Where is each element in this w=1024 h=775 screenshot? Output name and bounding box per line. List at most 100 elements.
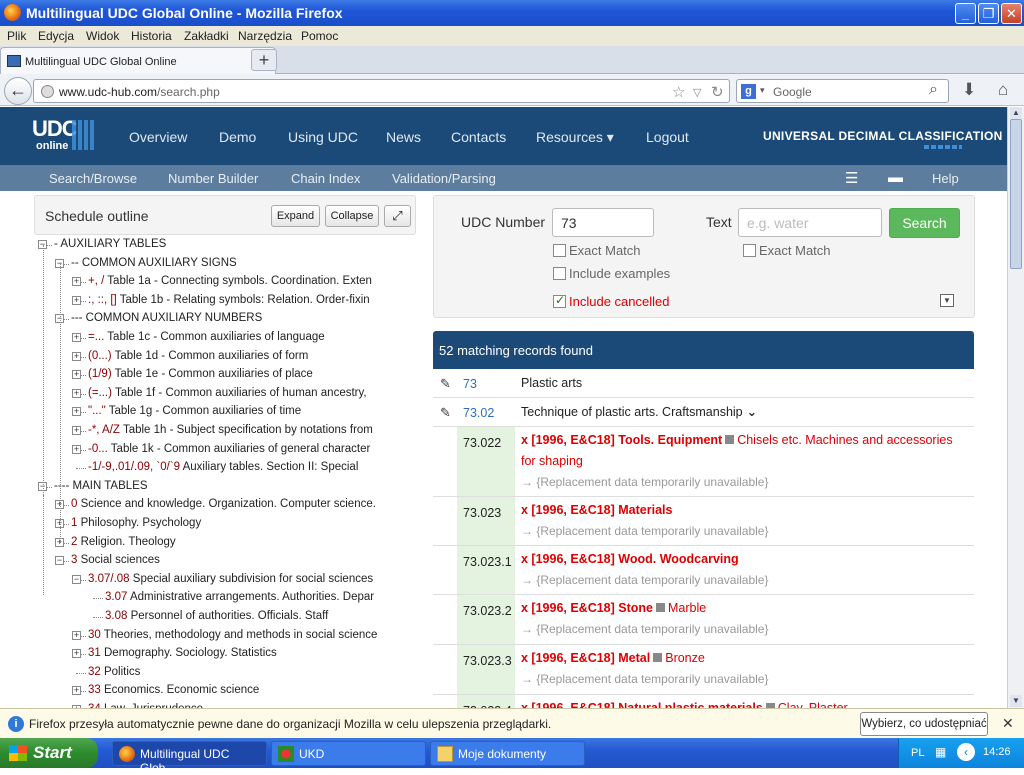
scroll-up-icon[interactable]: ▲: [1010, 107, 1022, 119]
nav-contacts[interactable]: Contacts: [451, 129, 506, 145]
subnav-validation[interactable]: Validation/Parsing: [392, 171, 496, 186]
menu-help[interactable]: Pomoc: [301, 29, 338, 43]
task-my-documents[interactable]: Moje dokumenty: [430, 741, 585, 766]
expand-node-icon[interactable]: +: [72, 351, 81, 361]
tree-node-label[interactable]: +, / Table 1a - Connecting symbols. Coor…: [88, 275, 372, 287]
fullscreen-button[interactable]: ⤢: [384, 205, 411, 227]
url-text[interactable]: www.udc-hub.com/search.php: [59, 85, 220, 99]
search-button[interactable]: Search: [889, 208, 960, 238]
tree-node-label[interactable]: (0...) Table 1d - Common auxiliaries of …: [88, 350, 308, 362]
include-cancelled-checkbox[interactable]: [553, 293, 566, 308]
nav-logout[interactable]: Logout: [646, 129, 689, 145]
menu-view[interactable]: Widok: [86, 29, 119, 43]
nav-resources[interactable]: Resources ▾: [536, 129, 614, 146]
expand-node-icon[interactable]: +: [72, 277, 81, 287]
tree-node-label[interactable]: -0... Table 1k - Common auxiliaries of g…: [88, 443, 370, 455]
back-button[interactable]: ←: [4, 77, 32, 105]
language-indicator[interactable]: PL: [911, 747, 924, 759]
subnav-help[interactable]: Help: [932, 171, 959, 186]
nav-demo[interactable]: Demo: [219, 129, 256, 145]
expand-chevron-icon[interactable]: ⌄: [747, 405, 757, 419]
result-udc-number[interactable]: 73: [463, 377, 477, 391]
collapse-button[interactable]: Collapse: [325, 205, 379, 227]
tree-node-label[interactable]: ---- MAIN TABLES: [54, 480, 148, 492]
expand-node-icon[interactable]: +: [72, 686, 81, 696]
tray-expand-icon[interactable]: ‹: [957, 743, 975, 761]
expand-node-icon[interactable]: +: [72, 444, 81, 454]
minimize-button[interactable]: _: [955, 3, 976, 24]
tree-node-label[interactable]: 32 Politics: [88, 666, 140, 678]
udc-number-input[interactable]: 73: [552, 208, 654, 237]
expand-node-icon[interactable]: +: [72, 426, 81, 435]
browser-search-box[interactable]: g ▾ Google ⌕: [736, 79, 949, 103]
tree-node-label[interactable]: 2 Religion. Theology: [71, 536, 176, 548]
expand-node-icon[interactable]: +: [72, 407, 81, 417]
collapse-node-icon[interactable]: −: [55, 556, 64, 566]
expand-node-icon[interactable]: +: [72, 630, 81, 640]
collapse-node-icon[interactable]: −: [72, 574, 81, 584]
expand-button[interactable]: Expand: [271, 205, 320, 227]
start-button[interactable]: Start: [0, 738, 98, 768]
tree-node-label[interactable]: 0 Science and knowledge. Organization. C…: [71, 498, 376, 510]
tree-node-label[interactable]: 3.07 Administrative arrangements. Author…: [105, 591, 374, 603]
choose-sharing-button[interactable]: Wybierz, co udostępniać: [860, 712, 988, 736]
maximize-button[interactable]: ❐: [978, 3, 999, 24]
tree-node-label[interactable]: 1 Philosophy. Psychology: [71, 517, 201, 529]
menu-file[interactable]: Plik: [7, 29, 26, 43]
engine-dropdown-icon[interactable]: ▾: [760, 85, 765, 96]
text-exact-match-checkbox[interactable]: [743, 244, 756, 257]
menu-bookmarks[interactable]: Zakładki: [184, 29, 229, 43]
new-tab-button[interactable]: +: [251, 49, 277, 71]
subnav-search-browse[interactable]: Search/Browse: [49, 171, 137, 186]
scroll-down-icon[interactable]: ▼: [1010, 695, 1022, 707]
tree-node-label[interactable]: 31 Demography. Sociology. Statistics: [88, 647, 277, 659]
vertical-scrollbar[interactable]: ▲ ▼: [1007, 107, 1024, 708]
exact-match-checkbox[interactable]: [553, 244, 566, 257]
network-icon[interactable]: ▦: [935, 745, 946, 759]
subnav-chain-index[interactable]: Chain Index: [291, 171, 360, 186]
tree-node-label[interactable]: 3.08 Personnel of authorities. Officials…: [105, 610, 328, 622]
tree-node-label[interactable]: 3.07/.08 Special auxiliary subdivision f…: [88, 573, 373, 585]
tab-udc[interactable]: Multilingual UDC Global Online: [0, 47, 276, 74]
edit-pencil-icon[interactable]: ✎: [440, 405, 451, 421]
expand-node-icon[interactable]: +: [72, 333, 81, 342]
tree-node-label[interactable]: - AUXILIARY TABLES: [54, 238, 166, 250]
notification-close-icon[interactable]: ✕: [1002, 715, 1014, 732]
edit-pencil-icon[interactable]: ✎: [440, 376, 451, 392]
tree-node-label[interactable]: =... Table 1c - Common auxiliaries of la…: [88, 331, 325, 343]
tree-node-label[interactable]: (1/9) Table 1e - Common auxiliaries of p…: [88, 368, 313, 380]
expand-node-icon[interactable]: +: [72, 370, 81, 380]
home-icon[interactable]: ⌂: [998, 80, 1008, 100]
tree-node-label[interactable]: 3 Social sciences: [71, 554, 160, 566]
tree-node-label[interactable]: "..." Table 1g - Common auxiliaries of t…: [88, 405, 301, 417]
result-udc-number[interactable]: 73.02: [463, 406, 494, 420]
menu-edit[interactable]: Edycja: [38, 29, 74, 43]
address-bar[interactable]: www.udc-hub.com/search.php ☆ ▽ ↻: [33, 79, 730, 103]
tree-node-label[interactable]: -1/-9,.01/.09, `0/`9 Auxiliary tables. S…: [88, 461, 358, 473]
nav-news[interactable]: News: [386, 129, 421, 145]
bookmark-star-icon[interactable]: ☆: [672, 83, 685, 101]
tree-node-label[interactable]: --- COMMON AUXILIARY NUMBERS: [71, 312, 262, 324]
udc-logo[interactable]: UDC online: [32, 116, 94, 152]
toggle-options-icon[interactable]: ▼: [940, 294, 954, 307]
download-icon[interactable]: ⬇: [962, 80, 976, 100]
menu-history[interactable]: Historia: [131, 29, 172, 43]
scroll-thumb[interactable]: [1010, 119, 1022, 269]
list-view-icon[interactable]: ☰: [845, 169, 858, 187]
expand-node-icon[interactable]: +: [72, 649, 81, 659]
tree-node-label[interactable]: -- COMMON AUXILIARY SIGNS: [71, 257, 237, 269]
nav-overview[interactable]: Overview: [129, 129, 187, 145]
tree-node-label[interactable]: 33 Economics. Economic science: [88, 684, 259, 696]
tree-node-label[interactable]: (=...) Table 1f - Common auxiliaries of …: [88, 387, 367, 399]
google-icon[interactable]: g: [741, 84, 756, 99]
url-dropdown-icon[interactable]: ▽: [693, 86, 701, 99]
task-firefox[interactable]: Multilingual UDC Glob...: [112, 741, 267, 775]
tree-node-label[interactable]: :, ::, [] Table 1b - Relating symbols: R…: [88, 294, 370, 306]
expand-node-icon[interactable]: +: [72, 388, 81, 398]
include-examples-checkbox[interactable]: [553, 267, 566, 280]
comment-icon[interactable]: ▬: [888, 169, 903, 186]
close-window-button[interactable]: ✕: [1001, 3, 1022, 24]
text-search-input[interactable]: e.g. water: [738, 208, 882, 237]
nav-using-udc[interactable]: Using UDC: [288, 129, 358, 145]
task-ukd[interactable]: UKD: [271, 741, 426, 766]
